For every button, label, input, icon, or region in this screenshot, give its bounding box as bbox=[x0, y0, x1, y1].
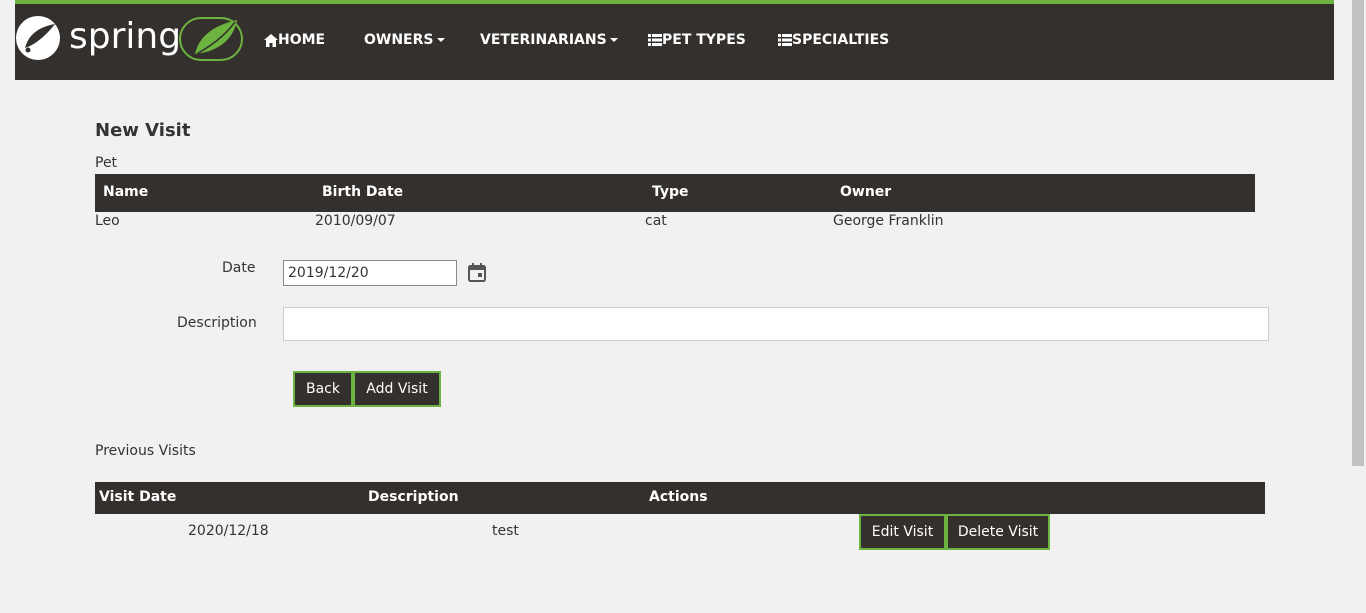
nav-specialties[interactable]: SPECIALTIES bbox=[778, 32, 889, 48]
pet-section-label: Pet bbox=[95, 155, 118, 171]
visit-description: test bbox=[492, 523, 519, 539]
visits-table-header: Visit Date Description Actions bbox=[95, 482, 1265, 514]
chevron-down-icon bbox=[436, 38, 445, 42]
nav-home-label: HOME bbox=[278, 32, 326, 48]
calendar-icon[interactable] bbox=[468, 263, 486, 282]
date-label: Date bbox=[222, 260, 256, 276]
list-icon bbox=[648, 34, 662, 46]
spring-logo[interactable]: spring bbox=[15, 14, 245, 64]
logo-text: spring bbox=[69, 16, 181, 57]
home-icon bbox=[264, 33, 278, 47]
nav-veterinarians-label: VETERINARIANS bbox=[480, 32, 607, 48]
date-input[interactable] bbox=[283, 260, 457, 286]
page-scrollbar[interactable] bbox=[1352, 0, 1364, 466]
nav-specialties-label: SPECIALTIES bbox=[792, 32, 890, 48]
pet-header-birth-date: Birth Date bbox=[322, 184, 404, 200]
visits-header-description: Description bbox=[368, 489, 459, 505]
delete-visit-button[interactable]: Delete Visit bbox=[946, 514, 1050, 550]
previous-visits-title: Previous Visits bbox=[95, 443, 196, 459]
pet-header-type: Type bbox=[652, 184, 689, 200]
pet-table-header: Name Birth Date Type Owner bbox=[95, 174, 1255, 212]
list-icon bbox=[778, 34, 792, 46]
pet-type: cat bbox=[645, 213, 667, 229]
add-visit-button[interactable]: Add Visit bbox=[353, 371, 441, 407]
nav-owners[interactable]: OWNERS bbox=[364, 32, 445, 48]
nav-home[interactable]: HOME bbox=[264, 32, 325, 48]
nav-pet-types-label: PET TYPES bbox=[662, 32, 746, 48]
visits-header-date: Visit Date bbox=[99, 489, 177, 505]
pet-name: Leo bbox=[95, 213, 120, 229]
visits-header-actions: Actions bbox=[649, 489, 708, 505]
nav-pet-types[interactable]: PET TYPES bbox=[648, 32, 746, 48]
page-title: New Visit bbox=[95, 120, 191, 141]
visit-date: 2020/12/18 bbox=[188, 523, 269, 539]
pet-header-owner: Owner bbox=[840, 184, 892, 200]
back-button[interactable]: Back bbox=[293, 371, 353, 407]
pet-owner: George Franklin bbox=[833, 213, 944, 229]
pet-birth-date: 2010/09/07 bbox=[315, 213, 396, 229]
nav-owners-label: OWNERS bbox=[364, 32, 434, 48]
top-navbar: spring HOME OWNERS VETERINARIANS PET TYP… bbox=[15, 0, 1334, 80]
nav-veterinarians[interactable]: VETERINARIANS bbox=[480, 32, 618, 48]
edit-visit-button[interactable]: Edit Visit bbox=[859, 514, 946, 550]
description-input[interactable] bbox=[283, 307, 1269, 341]
description-label: Description bbox=[177, 315, 257, 331]
chevron-down-icon bbox=[609, 38, 618, 42]
pet-header-name: Name bbox=[103, 184, 149, 200]
